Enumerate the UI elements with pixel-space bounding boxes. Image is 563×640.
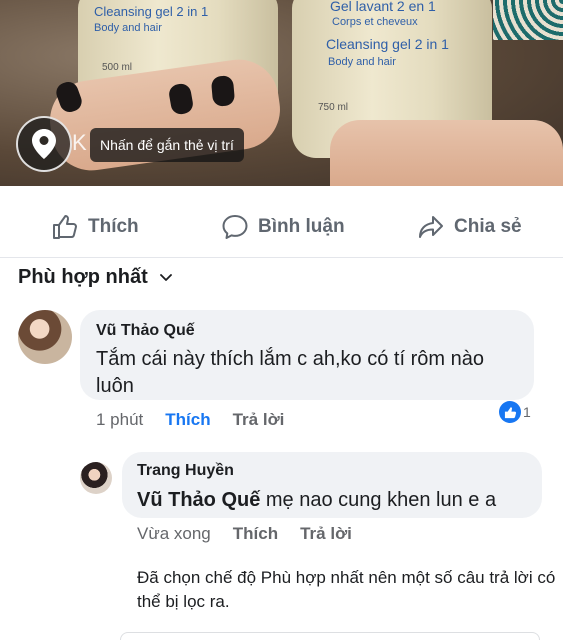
location-tag-tooltip[interactable]: Nhấn để gắn thẻ vị trí: [90, 128, 244, 162]
nail: [210, 75, 236, 107]
reply-mention[interactable]: Vũ Thảo Quế: [137, 489, 260, 511]
avatar[interactable]: [80, 462, 112, 494]
like-button[interactable]: Thích: [52, 214, 139, 240]
post-photo[interactable]: Cleansing gel 2 in 1 Body and hair 500 m…: [0, 0, 563, 186]
bottle-left-volume: 500 ml: [102, 62, 133, 73]
comment-meta: 1 phút Thích Trả lời: [96, 410, 306, 430]
bottle-right-label-3: Cleansing gel 2 in 1: [326, 36, 449, 52]
bottle-left-label-2: Body and hair: [94, 22, 162, 34]
comment-sort-dropdown[interactable]: Phù hợp nhất: [18, 266, 172, 289]
bottle-right-volume: 750 ml: [318, 102, 349, 113]
avatar[interactable]: [18, 310, 72, 364]
reply-meta: Vừa xong Thích Trả lời: [137, 524, 374, 544]
share-label: Chia sẻ: [454, 215, 522, 237]
bottle-left-label-1: Cleansing gel 2 in 1: [94, 4, 209, 19]
reply-reply-link[interactable]: Trả lời: [300, 524, 352, 544]
share-button[interactable]: Chia sẻ: [418, 214, 522, 240]
filter-notice: Đã chọn chế độ Phù hợp nhất nên một số c…: [137, 568, 556, 611]
comment-button[interactable]: Bình luận: [222, 214, 345, 240]
comment-text: Tắm cái này thích lắm c ah,ko có tí rôm …: [96, 348, 484, 397]
reaction-count-number: 1: [523, 404, 531, 420]
reply-body: mẹ nao cung khen lun e a: [260, 489, 497, 511]
location-pin-button[interactable]: [16, 116, 72, 172]
comment-label: Bình luận: [258, 215, 345, 237]
sort-label: Phù hợp nhất: [18, 266, 148, 288]
bottle-right-label-1: Gel lavant 2 en 1: [330, 0, 436, 14]
like-label: Thích: [88, 215, 139, 237]
reply-time: Vừa xong: [137, 524, 211, 543]
reply-like-link[interactable]: Thích: [233, 524, 278, 544]
reaction-count[interactable]: 1: [496, 400, 534, 424]
comment-like-link[interactable]: Thích: [165, 410, 210, 430]
chevron-down-icon: [159, 273, 172, 281]
photo-overlay-letter: K: [72, 130, 87, 155]
reply-author[interactable]: Trang Huyền: [137, 462, 234, 480]
bottle-right-label-2: Corps et cheveux: [332, 16, 418, 28]
comment-time: 1 phút: [96, 410, 144, 429]
comment-author[interactable]: Vũ Thảo Quế: [96, 322, 195, 340]
comment-input-edge[interactable]: [120, 632, 540, 640]
photo-decoration: [493, 0, 563, 40]
comment-reply-link[interactable]: Trả lời: [233, 410, 285, 430]
comment-bubble[interactable]: Vũ Thảo Quế Tắm cái này thích lắm c ah,k…: [80, 310, 534, 400]
reply-text: Vũ Thảo Quế mẹ nao cung khen lun e a: [137, 487, 537, 514]
share-arrow-icon: [419, 215, 443, 238]
like-reaction-icon: [499, 401, 521, 423]
location-pin-icon: [32, 129, 56, 159]
post-action-bar: Thích Bình luận Chia sẻ: [0, 196, 563, 258]
comment-bubble-icon: [222, 214, 248, 239]
bottle-right-label-4: Body and hair: [328, 56, 396, 68]
reply-bubble[interactable]: Trang Huyền Vũ Thảo Quế mẹ nao cung khen…: [122, 452, 542, 518]
hand-right: [330, 120, 563, 186]
thumbs-up-icon: [53, 214, 77, 239]
